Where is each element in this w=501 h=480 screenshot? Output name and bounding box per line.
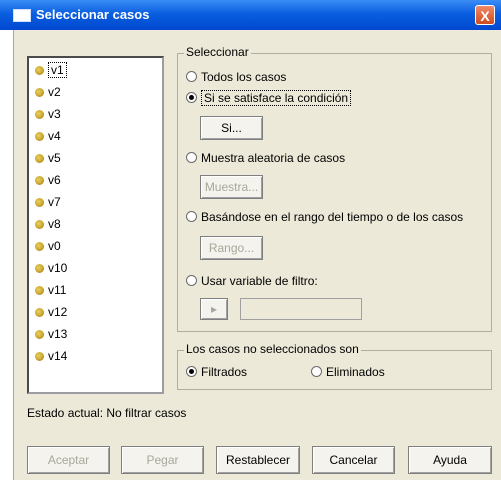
filter-variable-field[interactable]: [240, 298, 362, 320]
scale-variable-icon: [35, 110, 44, 120]
radio-button-selected[interactable]: [186, 92, 197, 104]
radio-all-cases[interactable]: Todos los casos: [186, 70, 286, 84]
list-item[interactable]: v13: [35, 326, 67, 343]
select-group-legend: Seleccionar: [184, 45, 251, 59]
paste-button[interactable]: Pegar: [121, 446, 204, 474]
scale-variable-icon: [35, 286, 44, 296]
scale-variable-icon: [35, 308, 44, 318]
radio-random-sample[interactable]: Muestra aleatoria de casos: [186, 151, 345, 165]
scale-variable-icon: [35, 352, 44, 362]
scale-variable-icon: [35, 242, 44, 252]
radio-button[interactable]: [186, 275, 197, 287]
variable-list[interactable]: v1 v2 v3 v4 v5 v6 v7 v8 v0 v10 v11 v12 v…: [27, 56, 164, 394]
list-item[interactable]: v0: [35, 238, 61, 255]
scale-variable-icon: [35, 198, 44, 208]
radio-time-range[interactable]: Basándose en el rango del tiempo o de lo…: [186, 210, 463, 224]
list-item[interactable]: v2: [35, 84, 61, 101]
list-item[interactable]: v14: [35, 348, 67, 365]
list-item[interactable]: v8: [35, 216, 61, 233]
scale-variable-icon: [35, 176, 44, 186]
radio-filter-variable[interactable]: Usar variable de filtro:: [186, 274, 318, 288]
close-icon: X: [480, 8, 490, 24]
list-item[interactable]: v3: [35, 106, 61, 123]
scale-variable-icon: [35, 330, 44, 340]
scale-variable-icon: [35, 264, 44, 274]
dialog-title: Seleccionar casos: [36, 7, 150, 22]
radio-button[interactable]: [311, 366, 322, 378]
scale-variable-icon: [35, 132, 44, 142]
radio-button-selected[interactable]: [186, 366, 197, 378]
arrow-right-icon: ▸: [210, 302, 218, 316]
radio-button[interactable]: [186, 152, 197, 164]
list-item[interactable]: v12: [35, 304, 67, 321]
scale-variable-icon: [35, 220, 44, 230]
move-variable-button[interactable]: ▸: [200, 298, 228, 320]
close-button[interactable]: X: [475, 5, 495, 25]
window-icon: [13, 9, 31, 22]
list-item[interactable]: v5: [35, 150, 61, 167]
ok-button[interactable]: Aceptar: [27, 446, 110, 474]
radio-deleted[interactable]: Eliminados: [311, 365, 385, 379]
radio-button[interactable]: [186, 71, 197, 83]
scale-variable-icon: [35, 154, 44, 164]
background-window-edge: [0, 30, 14, 480]
select-cases-dialog: Seleccionar casos X v1 v2 v3 v4 v5 v6 v7…: [0, 0, 501, 480]
radio-button[interactable]: [186, 211, 197, 223]
list-item[interactable]: v1: [35, 62, 67, 79]
scale-variable-icon: [35, 66, 44, 76]
if-button[interactable]: Si...: [200, 116, 263, 140]
list-item[interactable]: v6: [35, 172, 61, 189]
list-item[interactable]: v11: [35, 282, 66, 299]
radio-filtered[interactable]: Filtrados: [186, 365, 247, 379]
sample-button[interactable]: Muestra...: [200, 175, 263, 199]
cancel-button[interactable]: Cancelar: [312, 446, 395, 474]
list-item[interactable]: v4: [35, 128, 61, 145]
reset-button[interactable]: Restablecer: [216, 446, 300, 474]
radio-if-condition[interactable]: Si se satisface la condición: [186, 90, 352, 106]
title-bar[interactable]: Seleccionar casos X: [0, 0, 501, 30]
status-text: Estado actual: No filtrar casos: [27, 406, 187, 420]
list-item[interactable]: v10: [35, 260, 67, 277]
list-item[interactable]: v7: [35, 194, 61, 211]
unselected-group-legend: Los casos no seleccionados son: [184, 342, 361, 356]
help-button[interactable]: Ayuda: [408, 446, 492, 474]
scale-variable-icon: [35, 88, 44, 98]
range-button[interactable]: Rango...: [200, 236, 263, 260]
